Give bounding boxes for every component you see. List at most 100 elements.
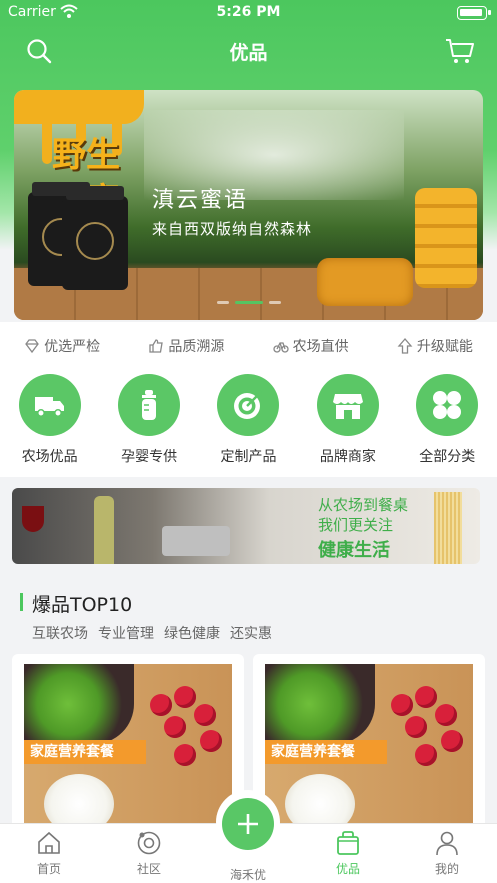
target-icon	[234, 390, 262, 419]
status-time: 5:26 PM	[216, 4, 281, 20]
section-tag: 互联农场	[32, 626, 88, 642]
honey-pot-graphic	[415, 188, 477, 288]
category-label: 农场优品	[21, 449, 78, 465]
category-farm-products[interactable]: 农场优品	[10, 374, 90, 474]
section-accent-bar	[20, 593, 23, 611]
greens-graphic	[24, 664, 134, 744]
radish-graphic	[415, 744, 437, 766]
navbar: 优品	[0, 26, 497, 76]
honey-drip	[42, 118, 52, 164]
oil-bottle-graphic	[94, 496, 114, 564]
feature-label: 升级赋能	[416, 339, 473, 355]
battery-icon	[457, 6, 491, 20]
tab-community[interactable]: 社区	[104, 830, 194, 877]
tab-label: 优品	[335, 862, 360, 876]
page-title: 优品	[229, 42, 268, 64]
home-icon	[38, 831, 60, 854]
tab-products[interactable]: 优品	[303, 830, 393, 877]
product-card[interactable]: 家庭营养套餐	[253, 654, 485, 834]
plus-icon	[238, 814, 258, 834]
tab-label: 首页	[36, 862, 61, 876]
radish-graphic	[415, 686, 437, 708]
category-all[interactable]: 全部分类	[407, 374, 487, 474]
category-icon-circle	[217, 374, 280, 436]
carousel-dot[interactable]	[268, 301, 281, 304]
section-tags: 互联农场 专业管理 绿色健康 还实惠	[32, 623, 272, 643]
feature-label: 品质溯源	[168, 339, 225, 355]
radish-graphic	[441, 730, 463, 752]
category-label: 品牌商家	[319, 449, 376, 465]
community-icon	[137, 831, 161, 855]
category-icon-circle	[118, 374, 181, 436]
feature-label: 农场直供	[292, 339, 349, 355]
storefront-icon	[332, 394, 363, 419]
carousel-dot-active[interactable]	[234, 301, 263, 304]
tab-center-label: 海禾优	[229, 868, 266, 882]
product-card[interactable]: 家庭营养套餐	[12, 654, 244, 834]
product-tag: 家庭营养套餐	[265, 740, 387, 764]
category-icon-circle	[416, 374, 479, 436]
radish-graphic	[174, 686, 196, 708]
feature-item: 优选严检	[24, 334, 100, 358]
category-brand-merchants[interactable]: 品牌商家	[308, 374, 388, 474]
promo-line-2: 我们更关注	[318, 516, 394, 534]
section-title: 爆品TOP10	[32, 594, 133, 616]
shopping-bag-icon	[337, 831, 359, 855]
section-tag: 绿色健康	[164, 626, 220, 642]
status-bar: Carrier 5:26 PM	[0, 0, 497, 26]
category-maternity-baby[interactable]: 孕婴专供	[109, 374, 189, 474]
promo-banner[interactable]: 从农场到餐桌 我们更关注 健康生活	[12, 488, 480, 564]
category-label: 定制产品	[220, 449, 277, 465]
tab-label: 社区	[136, 862, 161, 876]
radish-graphic	[435, 704, 457, 726]
radish-graphic	[174, 744, 196, 766]
section-tag: 专业管理	[98, 626, 154, 642]
category-label: 孕婴专供	[121, 449, 178, 465]
grid-icon	[433, 391, 462, 419]
thumbs-up-icon	[149, 339, 164, 353]
product-image: 家庭营养套餐	[265, 664, 473, 834]
radish-graphic	[405, 716, 427, 738]
feature-item: 农场直供	[272, 334, 349, 358]
feature-item: 升级赋能	[397, 334, 473, 358]
category-row: 农场优品 孕婴专供 定制产品 品牌商家 全部分类	[0, 374, 497, 474]
tab-profile[interactable]: 我的	[402, 830, 492, 877]
product-image: 家庭营养套餐	[24, 664, 232, 834]
banner-subtitle: 来自西双版纳自然森林	[152, 220, 313, 238]
radish-graphic	[200, 730, 222, 752]
promo-line-1: 从农场到餐桌	[318, 496, 409, 514]
section-tag: 还实惠	[230, 626, 272, 642]
greens-graphic	[265, 664, 375, 744]
cart-icon[interactable]	[445, 38, 475, 64]
cooking-pot-graphic	[162, 526, 230, 556]
feature-item: 品质溯源	[148, 334, 224, 358]
baby-bottle-icon	[142, 390, 157, 420]
tab-label: 我的	[434, 862, 459, 876]
pasta-graphic	[434, 492, 462, 564]
banner-brand: 滇云蜜语	[152, 188, 249, 213]
arrow-up-icon	[397, 338, 413, 354]
user-icon	[436, 831, 458, 856]
tab-home[interactable]: 首页	[4, 830, 94, 877]
feature-label: 优选严检	[44, 339, 101, 355]
center-add-button[interactable]	[222, 798, 274, 850]
radish-graphic	[164, 716, 186, 738]
category-icon-circle	[18, 374, 81, 436]
feature-strip: 优选严检 品质溯源 农场直供 升级赋能	[0, 334, 497, 358]
bicycle-icon	[272, 342, 289, 353]
category-icon-circle	[316, 374, 379, 436]
carousel-dot[interactable]	[216, 301, 229, 304]
promo-line-3: 健康生活	[318, 540, 390, 561]
truck-icon	[34, 397, 64, 417]
radish-graphic	[194, 704, 216, 726]
wine-glass-graphic	[22, 506, 44, 532]
honey-jar	[62, 186, 128, 290]
diamond-icon	[25, 339, 39, 354]
carousel-indicator[interactable]	[14, 289, 483, 308]
category-label: 全部分类	[419, 449, 476, 465]
hero-banner[interactable]: 野生蜂蜜 滇云蜜语 来自西双版纳自然森林	[14, 90, 483, 320]
radish-graphic	[391, 694, 413, 716]
radish-graphic	[150, 694, 172, 716]
category-custom-products[interactable]: 定制产品	[208, 374, 288, 474]
product-tag: 家庭营养套餐	[24, 740, 146, 764]
